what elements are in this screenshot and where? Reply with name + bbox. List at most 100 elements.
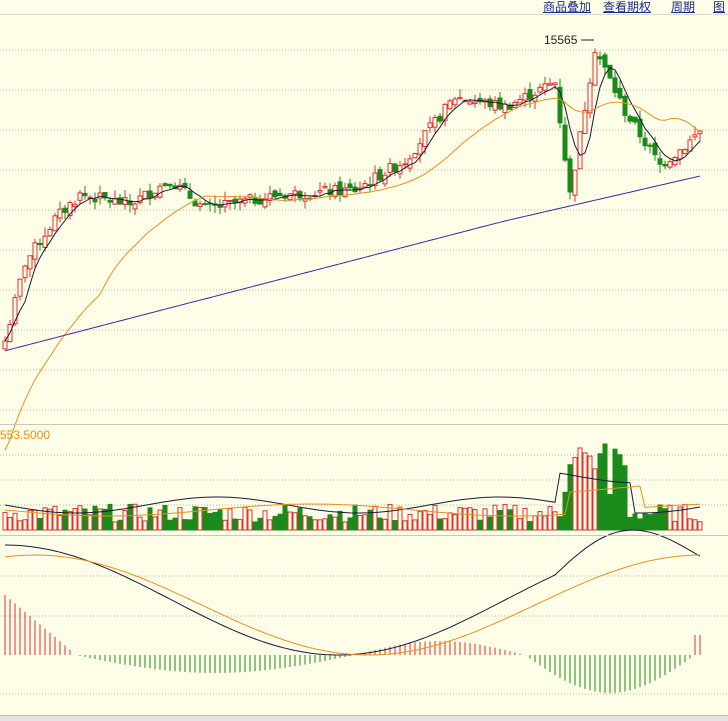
candle-body xyxy=(627,115,633,122)
volume-bar xyxy=(27,510,33,531)
candle-body xyxy=(72,203,78,208)
volume-bar xyxy=(622,465,628,531)
volume-bar xyxy=(537,511,543,531)
volume-bar xyxy=(207,513,213,531)
candle-body xyxy=(587,82,593,114)
candle-body xyxy=(12,297,18,325)
volume-bar xyxy=(147,507,153,531)
volume-bar xyxy=(502,504,508,531)
candle-body xyxy=(317,189,323,193)
volume-bar xyxy=(532,515,538,531)
candle-body xyxy=(547,83,553,86)
candle-body xyxy=(667,161,673,168)
volume-bar xyxy=(122,510,128,531)
candle-body xyxy=(27,255,33,270)
candle-body xyxy=(467,101,473,105)
volume-bar xyxy=(667,504,673,531)
candle-body xyxy=(362,183,368,188)
candle-body xyxy=(402,163,408,166)
volume-bar xyxy=(592,468,598,531)
volume-bar xyxy=(57,515,63,531)
candle-body xyxy=(472,101,478,105)
candle-body xyxy=(37,242,43,246)
candle-body xyxy=(652,142,658,156)
candle-body xyxy=(142,190,148,200)
volume-bar xyxy=(572,457,578,531)
volume-bar xyxy=(237,519,243,531)
volume-bar xyxy=(417,511,423,531)
volume-bar xyxy=(587,455,593,531)
candle-body xyxy=(377,169,383,181)
volume-bar xyxy=(487,516,493,531)
volume-bar xyxy=(182,519,188,531)
volume-bar xyxy=(177,507,183,531)
volume-bar xyxy=(322,518,328,531)
candle-body xyxy=(167,183,173,187)
candle-body xyxy=(447,100,453,110)
candle-body xyxy=(322,185,328,189)
volume-bar xyxy=(342,521,348,531)
volume-bar xyxy=(352,504,358,531)
kline-chart[interactable]: 15565 xyxy=(0,0,728,720)
candle-body xyxy=(42,235,48,249)
volume-bar xyxy=(657,504,663,531)
candle-body xyxy=(202,203,208,206)
candle-body xyxy=(122,197,128,205)
high-price-annotation: 15565 xyxy=(544,33,578,47)
volume-bar xyxy=(232,518,238,531)
candle-body xyxy=(82,192,88,197)
volume-bar xyxy=(152,516,158,531)
volume-bar xyxy=(72,507,78,531)
candle-body xyxy=(32,242,38,260)
volume-bar xyxy=(77,505,83,531)
volume-bar xyxy=(647,514,653,531)
volume-bar xyxy=(497,510,503,531)
volume-bar xyxy=(337,510,343,531)
candle-body xyxy=(337,181,343,196)
candle-body xyxy=(572,169,578,196)
candle-body xyxy=(97,192,103,199)
candle-body xyxy=(112,198,118,205)
volume-bar xyxy=(642,512,648,531)
candle-body xyxy=(92,198,98,203)
volume-bar xyxy=(317,519,323,531)
volume-bar xyxy=(297,507,303,531)
candle-body xyxy=(662,163,668,167)
volume-bar xyxy=(597,453,603,531)
horizontal-scrollbar[interactable] xyxy=(0,715,728,721)
candle-body xyxy=(387,163,393,173)
volume-bar xyxy=(242,506,248,531)
candle-body xyxy=(407,158,413,169)
volume-bar xyxy=(292,512,298,531)
candle-body xyxy=(287,193,293,201)
volume-bar xyxy=(357,515,363,531)
volume-bar xyxy=(172,517,178,531)
volume-bar xyxy=(87,514,93,531)
volume-bar xyxy=(287,511,293,531)
volume-bar xyxy=(512,504,518,531)
panel-divider xyxy=(0,424,728,425)
candle-body xyxy=(47,228,53,237)
volume-bar xyxy=(422,509,428,531)
candle-body xyxy=(552,82,558,86)
candle-body xyxy=(52,215,58,232)
candle-body xyxy=(162,183,168,186)
candle-body xyxy=(197,203,203,207)
volume-bar xyxy=(517,518,523,531)
candle-body xyxy=(527,89,533,100)
candle-body xyxy=(57,208,63,219)
volume-bar xyxy=(102,508,108,531)
volume-bar xyxy=(307,516,313,531)
volume-bar xyxy=(412,519,418,531)
volume-bar xyxy=(697,521,703,531)
volume-bar xyxy=(607,494,613,531)
volume-bar xyxy=(687,518,693,531)
candle-body xyxy=(502,103,508,113)
volume-bar xyxy=(302,515,308,531)
volume-bar xyxy=(467,507,473,531)
candle-body xyxy=(217,204,223,208)
volume-bar xyxy=(427,513,433,531)
candle-body xyxy=(437,115,443,122)
candle-body xyxy=(252,196,258,204)
volume-bar xyxy=(347,517,353,531)
